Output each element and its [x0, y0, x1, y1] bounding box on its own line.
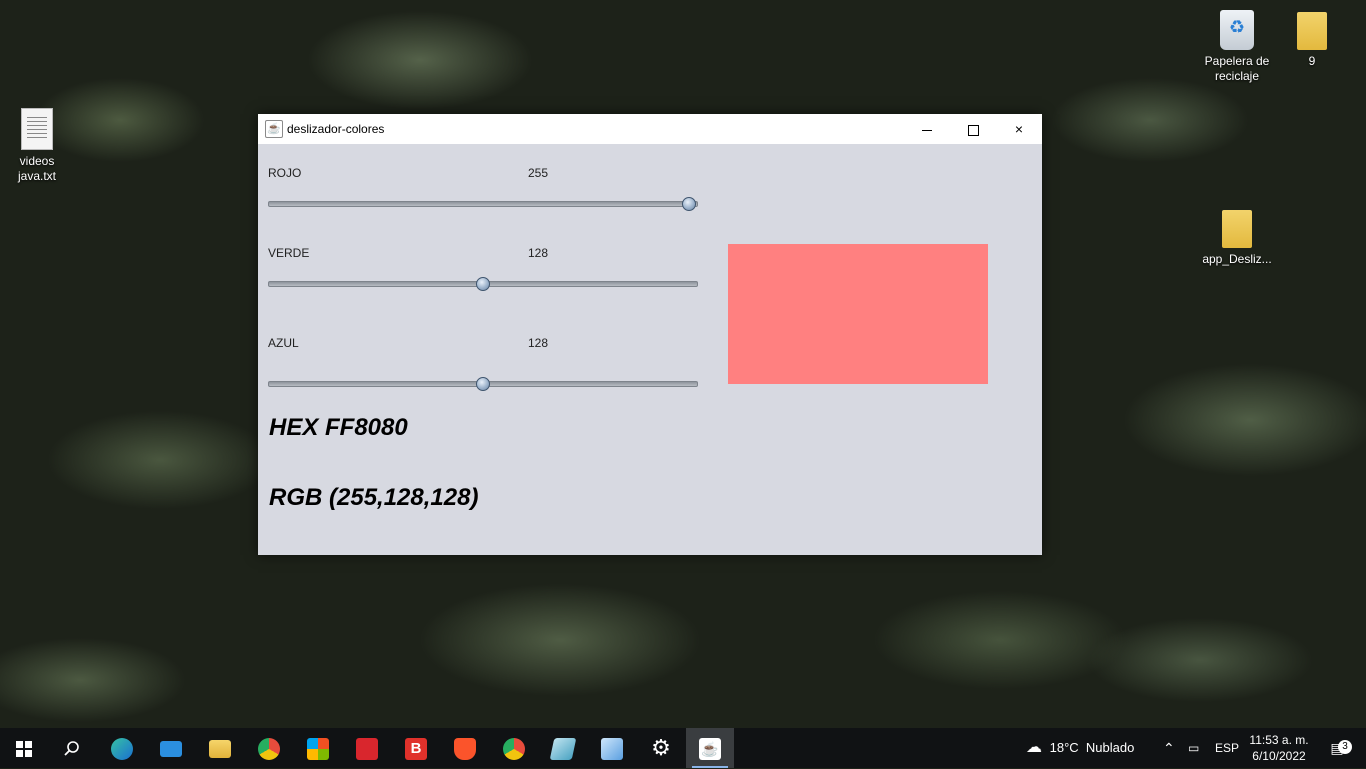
desktop-icon-label: 9	[1308, 54, 1316, 68]
file-explorer-icon[interactable]	[196, 728, 244, 768]
slider-rojo[interactable]	[268, 196, 698, 212]
color-swatch	[728, 244, 988, 384]
desktop-icon-label: videos java.txt	[17, 154, 56, 183]
edge-icon[interactable]	[98, 728, 146, 768]
shield-app-icon[interactable]	[343, 728, 391, 768]
desktop-icon-label: Papelera de reciclaje	[1204, 54, 1270, 83]
java-app-icon: ☕	[265, 120, 283, 138]
slider-azul[interactable]	[268, 376, 698, 392]
desktop-icon-label: app_Desliz...	[1202, 252, 1272, 266]
clock-date: 6/10/2022	[1252, 749, 1306, 763]
settings-icon[interactable]: ⚙	[637, 728, 685, 768]
weather-text: 18°C Nublado	[1049, 740, 1135, 755]
text-file-icon	[21, 108, 53, 150]
network-icon[interactable]: ▭	[1188, 728, 1199, 768]
slider-thumb[interactable]	[682, 197, 696, 211]
slider-verde[interactable]	[268, 276, 698, 292]
chrome-profile-icon[interactable]	[490, 728, 538, 768]
slider-label-verde: VERDE	[268, 246, 310, 260]
title-bar[interactable]: ☕ deslizador-colores ×	[258, 114, 1042, 144]
b-app-icon[interactable]: B	[392, 728, 440, 768]
maximize-button[interactable]	[950, 114, 996, 144]
window-content: ROJO 255 VERDE 128 AZUL 128 HEX FF8080 R…	[258, 144, 1042, 555]
slider-value-rojo: 255	[528, 166, 549, 180]
slider-value-azul: 128	[528, 336, 549, 350]
slider-label-azul: AZUL	[268, 336, 299, 350]
clock[interactable]: 11:53 a. m. 6/10/2022	[1246, 732, 1312, 764]
notification-center-button[interactable]: ▤ 3	[1322, 728, 1352, 768]
rgb-readout: RGB (255,128,128)	[269, 484, 479, 511]
notification-count: 3	[1338, 740, 1352, 754]
clock-time: 11:53 a. m.	[1249, 733, 1309, 747]
desktop-icon-videos-java[interactable]: videos java.txt	[1, 108, 73, 184]
taskbar: B ⚙ ☕ ☁ 18°C Nublado ⌃ ▭ ESP 11:53 a. m.…	[0, 728, 1366, 768]
windows-start-icon[interactable]	[0, 728, 48, 768]
notes-app-icon[interactable]	[539, 728, 587, 768]
recycle-bin-icon	[1220, 10, 1254, 50]
cube-app-icon[interactable]	[588, 728, 636, 768]
window-title: deslizador-colores	[287, 122, 385, 136]
slider-thumb[interactable]	[476, 377, 490, 391]
minimize-icon	[922, 129, 932, 131]
slider-label-rojo: ROJO	[268, 166, 302, 180]
maximize-icon	[967, 124, 979, 136]
slider-value-verde: 128	[528, 246, 549, 260]
minimize-button[interactable]	[904, 114, 950, 144]
store-icon[interactable]	[294, 728, 342, 768]
app-window: ☕ deslizador-colores × ROJO 255 VERDE 12…	[258, 114, 1042, 555]
folder-icon	[1297, 12, 1327, 50]
slider-track	[268, 201, 698, 207]
java-app-icon[interactable]: ☕	[686, 728, 734, 768]
close-button[interactable]: ×	[996, 114, 1042, 144]
tray-chevron-icon[interactable]: ⌃	[1163, 728, 1175, 768]
desktop-icon-recycle-bin[interactable]: Papelera de reciclaje	[1201, 10, 1273, 84]
folder-icon	[1222, 210, 1252, 248]
desktop-icon-folder-9[interactable]: 9	[1276, 12, 1348, 69]
mail-icon[interactable]	[147, 728, 195, 768]
hex-readout: HEX FF8080	[269, 414, 408, 441]
search-icon[interactable]	[48, 728, 96, 768]
brave-icon[interactable]	[441, 728, 489, 768]
slider-thumb[interactable]	[476, 277, 490, 291]
language-indicator[interactable]: ESP	[1215, 728, 1239, 768]
desktop-icon-app-deslizador[interactable]: app_Desliz...	[1201, 210, 1273, 267]
chrome-icon[interactable]	[245, 728, 293, 768]
weather-widget[interactable]: ☁ 18°C Nublado	[1026, 728, 1134, 768]
cloud-icon: ☁	[1026, 739, 1042, 756]
